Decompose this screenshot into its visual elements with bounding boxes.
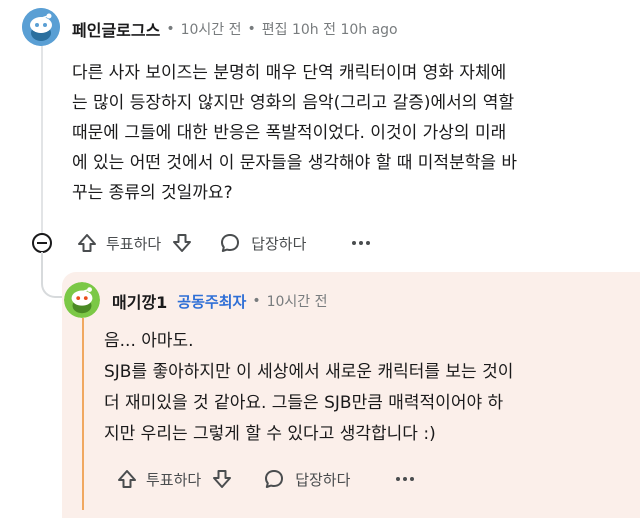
comment-body-line: 에 있는 어떤 것에서 이 문자들을 생각해야 할 때 미적분학을 바 bbox=[72, 153, 518, 173]
reply-label: 답장하다 bbox=[295, 470, 351, 489]
comment-body-line: 는 많이 등장하지 않지만 영화의 음악(그리고 갈증)에서의 역할 bbox=[72, 93, 515, 113]
comment-header: 페인글로그스 • 10시간 전 • 편집 10h 전 10h ago bbox=[72, 17, 398, 41]
comment-timestamp: 10시간 전 bbox=[180, 22, 242, 38]
vote-label: 투표하다 bbox=[146, 470, 202, 489]
upvote-button[interactable] bbox=[76, 232, 98, 254]
reply-button[interactable]: 답장하다 bbox=[263, 468, 350, 490]
more-options-button[interactable] bbox=[352, 241, 371, 245]
upvote-arrow-icon bbox=[78, 234, 96, 252]
reply-username[interactable]: 매기깡1 bbox=[112, 289, 167, 313]
moderator-badge: 공동주최자 bbox=[177, 292, 247, 311]
thread-line[interactable] bbox=[41, 46, 43, 234]
downvote-arrow-icon bbox=[213, 470, 232, 488]
reply-body-line: 지만 우리는 그렇게 할 수 있다고 생각합니다 :) bbox=[104, 424, 436, 444]
reply-body-line: 음... 아마도. bbox=[104, 331, 194, 351]
more-dots-icon bbox=[352, 241, 371, 245]
collapse-thread-button[interactable] bbox=[32, 233, 52, 253]
comment-body-line: 꾸는 종류의 것일까요? bbox=[72, 183, 233, 203]
reply-avatar[interactable] bbox=[64, 282, 100, 318]
reply-label: 답장하다 bbox=[251, 234, 307, 253]
comment-body: 다른 사자 보이즈는 분명히 매우 단역 캐릭터이며 영화 자체에 는 많이 등… bbox=[72, 58, 632, 208]
downvote-arrow-icon bbox=[173, 234, 192, 252]
snoo-avatar-icon bbox=[22, 8, 60, 46]
snoo-avatar-icon bbox=[64, 282, 100, 318]
reply-body-line: 더 재미있을 것 같아요. 그들은 SJB만큼 매력적이어야 하 bbox=[104, 393, 504, 413]
comment-body-line: 다른 사자 보이즈는 분명히 매우 단역 캐릭터이며 영화 자체에 bbox=[72, 63, 507, 83]
reply-body: 음... 아마도. SJB를 좋아하지만 이 세상에서 새로운 캐릭터를 보는 … bbox=[104, 326, 634, 450]
collapse-minus-icon bbox=[37, 242, 47, 244]
reply-accent-stripe bbox=[82, 318, 84, 510]
meta-separator: • bbox=[252, 293, 261, 309]
speech-bubble-icon bbox=[221, 234, 240, 252]
commenter-avatar[interactable] bbox=[22, 8, 60, 46]
vote-label: 투표하다 bbox=[106, 234, 162, 253]
downvote-button[interactable] bbox=[211, 468, 233, 490]
reply-timestamp: 10시간 전 bbox=[266, 294, 328, 310]
meta-separator: • bbox=[247, 21, 256, 37]
downvote-button[interactable] bbox=[171, 232, 193, 254]
meta-separator: • bbox=[166, 21, 175, 37]
speech-bubble-icon bbox=[265, 470, 284, 488]
reply-header: 매기깡1 공동주최자 • 10시간 전 bbox=[112, 289, 327, 313]
edited-indicator: 편집 10h 전 10h ago bbox=[261, 22, 398, 38]
upvote-arrow-icon bbox=[118, 470, 136, 488]
commenter-username[interactable]: 페인글로그스 bbox=[72, 17, 160, 41]
reply-button[interactable]: 답장하다 bbox=[219, 232, 306, 254]
comment-action-bar: 투표하다 답장하다 bbox=[76, 232, 371, 254]
reply-body-line: SJB를 좋아하지만 이 세상에서 새로운 캐릭터를 보는 것이 bbox=[104, 362, 514, 382]
more-options-button[interactable] bbox=[396, 477, 415, 481]
more-dots-icon bbox=[396, 477, 415, 481]
comment-body-line: 때문에 그들에 대한 반응은 폭발적이었다. 이것이 가상의 미래 bbox=[72, 123, 507, 143]
reply-action-bar: 투표하다 답장하다 bbox=[116, 468, 415, 490]
upvote-button[interactable] bbox=[116, 468, 138, 490]
